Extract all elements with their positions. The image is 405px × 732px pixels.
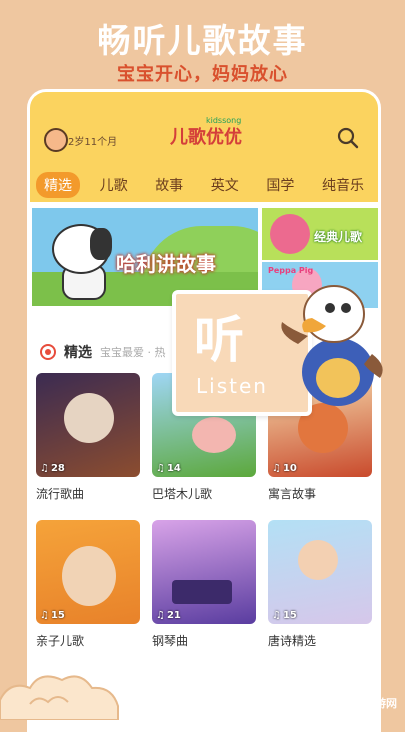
section-title: 精选 <box>64 345 92 361</box>
cover-art <box>172 580 232 604</box>
logo-accent: kidssong <box>206 116 242 125</box>
album-title: 唐诗精选 <box>268 634 317 648</box>
category-tabs: 精选 儿歌 故事 英文 国学 纯音乐 <box>36 172 372 198</box>
track-count: ♫ 28 <box>40 463 65 474</box>
music-note-icon: ♫ <box>156 610 165 621</box>
cover-art <box>298 540 338 580</box>
app-header: 2岁11个月 儿歌优优 kidssong 精选 儿歌 故事 英文 国学 纯音乐 <box>30 92 378 202</box>
tab-stories[interactable]: 故事 <box>147 172 191 198</box>
music-note-icon: ♫ <box>272 610 281 621</box>
cover-art <box>62 546 116 606</box>
banner-classic-songs[interactable]: 经典儿歌 <box>262 208 378 260</box>
tab-songs[interactable]: 儿歌 <box>92 172 136 198</box>
watermark-brand: 2265 <box>291 684 364 714</box>
album-cover: ♫ 28 <box>36 373 140 477</box>
app-logo: 儿歌优优 kidssong <box>158 116 254 154</box>
cover-art <box>64 393 114 443</box>
album-card[interactable]: ♫ 15 亲子儿歌 <box>36 520 140 649</box>
tab-featured[interactable]: 精选 <box>36 172 80 198</box>
cloud-decoration-icon <box>0 675 119 720</box>
album-cover: ♫ 15 <box>36 520 140 624</box>
album-card[interactable]: ♫ 28 流行歌曲 <box>36 373 140 502</box>
cat-illustration <box>270 214 310 254</box>
music-note-icon: ♫ <box>156 463 165 474</box>
watermark: 2265手游网 <box>292 684 397 714</box>
section-header: 精选 宝宝最爱 · 热 <box>40 342 190 362</box>
banner-classic-songs-title: 经典儿歌 <box>314 230 363 244</box>
promo-title: 畅听儿歌故事 <box>97 21 308 60</box>
album-title: 巴塔木儿歌 <box>152 487 213 501</box>
promo-subtitle: 宝宝开心，妈妈放心 <box>117 64 288 85</box>
album-title: 寓言故事 <box>268 487 317 501</box>
music-note-icon: ♫ <box>272 463 281 474</box>
listen-label-cn: 听 <box>194 311 244 369</box>
search-icon[interactable] <box>336 126 360 150</box>
music-note-icon: ♫ <box>40 610 49 621</box>
track-count: ♫ 15 <box>40 610 65 621</box>
record-icon <box>40 344 56 360</box>
track-count: ♫ 10 <box>272 463 297 474</box>
album-cover: ♫ 15 <box>268 520 372 624</box>
tab-pure-music[interactable]: 纯音乐 <box>314 172 372 198</box>
dog-ear-illustration <box>90 228 112 260</box>
tab-chinese-classics[interactable]: 国学 <box>258 172 302 198</box>
album-title: 流行歌曲 <box>36 487 85 501</box>
album-title: 亲子儿歌 <box>36 634 85 648</box>
track-count: ♫ 21 <box>156 610 181 621</box>
track-count: ♫ 14 <box>156 463 181 474</box>
album-card[interactable]: ♫ 21 钢琴曲 <box>152 520 256 649</box>
tab-english[interactable]: 英文 <box>203 172 247 198</box>
child-age[interactable]: 2岁11个月 <box>68 133 117 148</box>
eagle-mascot-icon <box>281 285 383 406</box>
album-title: 钢琴曲 <box>152 634 189 648</box>
banner-main-title: 哈利讲故事 <box>116 252 216 276</box>
music-note-icon: ♫ <box>40 463 49 474</box>
logo-text: 儿歌优优 <box>170 127 242 148</box>
album-cover: ♫ 21 <box>152 520 256 624</box>
avatar[interactable] <box>44 128 68 152</box>
section-subtitle: 宝宝最爱 · 热 <box>100 346 166 359</box>
album-card[interactable]: ♫ 15 唐诗精选 <box>268 520 372 649</box>
track-count: ♫ 15 <box>272 610 297 621</box>
listen-label-en: Listen <box>196 374 268 398</box>
watermark-suffix: 手游网 <box>364 697 397 710</box>
cover-art <box>192 417 236 453</box>
